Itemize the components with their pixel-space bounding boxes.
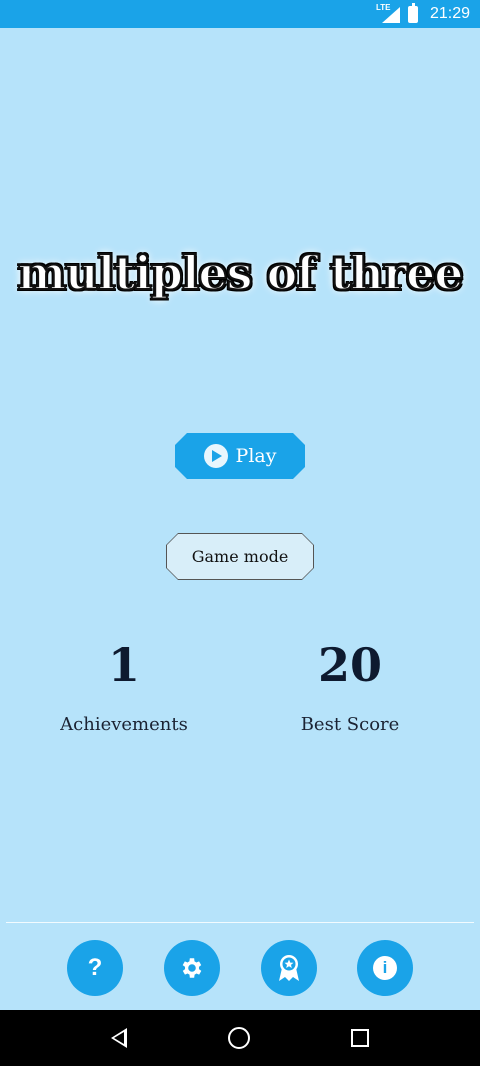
- help-button[interactable]: ?: [67, 940, 123, 996]
- award-icon: [279, 955, 299, 981]
- play-icon: [203, 444, 228, 468]
- gear-icon: [182, 958, 202, 978]
- status-bar: LTE 21:29: [0, 0, 480, 28]
- network-type: LTE: [375, 3, 391, 12]
- game-mode-label: Game mode: [167, 534, 313, 579]
- achievements-stat: 1 Achievements: [24, 642, 224, 735]
- best-score-label: Best Score: [300, 714, 400, 735]
- achievements-label: Achievements: [60, 714, 188, 735]
- info-button[interactable]: i: [357, 940, 413, 996]
- home-icon[interactable]: [227, 1027, 250, 1049]
- recents-icon[interactable]: [351, 1029, 370, 1047]
- divider: [6, 922, 474, 923]
- best-score-stat: 20 Best Score: [250, 642, 450, 735]
- game-title: multiples of three: [16, 245, 464, 301]
- best-score-value: 20: [317, 638, 382, 692]
- play-button[interactable]: Play: [175, 433, 305, 479]
- play-label: Play: [235, 445, 277, 467]
- help-icon: ?: [87, 954, 103, 981]
- navigation-bar: [0, 1010, 480, 1066]
- clock: 21:29: [429, 5, 470, 22]
- info-icon: i: [373, 956, 397, 980]
- achievements-button[interactable]: [261, 940, 317, 996]
- signal-icon: LTE: [375, 3, 400, 23]
- battery-icon: [407, 2, 418, 23]
- back-icon[interactable]: [110, 1028, 127, 1048]
- settings-button[interactable]: [164, 940, 220, 996]
- achievements-count: 1: [107, 638, 140, 692]
- game-mode-button[interactable]: Game mode: [166, 533, 314, 580]
